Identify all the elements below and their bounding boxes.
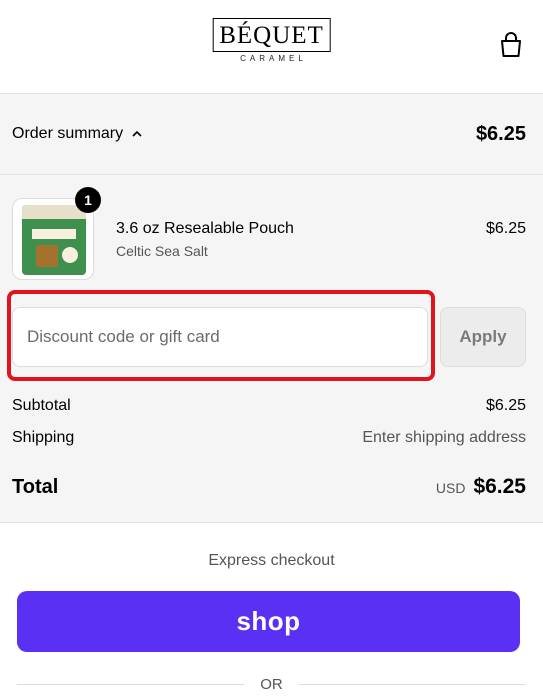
product-image bbox=[22, 205, 86, 275]
chevron-up-icon bbox=[132, 130, 142, 137]
apply-discount-button[interactable]: Apply bbox=[440, 307, 526, 367]
shop-pay-logo: shop bbox=[236, 606, 301, 636]
brand-name: BÉQUET bbox=[212, 18, 331, 52]
shopping-bag-icon[interactable] bbox=[499, 32, 523, 58]
order-summary-total: $6.25 bbox=[475, 122, 526, 145]
express-checkout-label: Express checkout bbox=[208, 552, 335, 569]
product-price: $6.25 bbox=[485, 220, 526, 237]
product-thumbnail: 1 bbox=[12, 187, 101, 280]
currency-code: USD bbox=[435, 480, 466, 496]
or-divider: OR bbox=[17, 676, 526, 693]
product-name: 3.6 oz Resealable Pouch bbox=[116, 220, 294, 237]
quantity-badge: 1 bbox=[75, 187, 101, 213]
divider-line-right bbox=[298, 684, 526, 685]
brand-subtitle: CARAMEL bbox=[240, 54, 307, 63]
line-item: 1 3.6 oz Resealable Pouch Celtic Sea Sal… bbox=[12, 187, 526, 282]
shipping-row: Shipping Enter shipping address bbox=[12, 429, 526, 447]
or-label: OR bbox=[260, 676, 283, 693]
subtotal-label: Subtotal bbox=[12, 397, 71, 414]
product-variant: Celtic Sea Salt bbox=[116, 243, 208, 259]
total-row: Total USD $6.25 bbox=[12, 475, 526, 499]
checkout-header: BÉQUET CARAMEL bbox=[0, 0, 543, 94]
order-summary-toggle[interactable]: Order summary $6.25 bbox=[0, 94, 543, 175]
subtotal-value: $6.25 bbox=[485, 397, 526, 414]
order-summary-label: Order summary bbox=[12, 125, 124, 142]
divider-line-left bbox=[17, 684, 245, 685]
shipping-label: Shipping bbox=[12, 429, 75, 446]
total-label: Total bbox=[12, 476, 59, 498]
brand-logo[interactable]: BÉQUET CARAMEL bbox=[212, 18, 331, 63]
total-value: $6.25 bbox=[473, 475, 526, 498]
discount-code-input[interactable] bbox=[12, 307, 428, 367]
shipping-value: Enter shipping address bbox=[362, 429, 526, 446]
shop-pay-button[interactable]: shop bbox=[17, 591, 520, 652]
subtotal-row: Subtotal $6.25 bbox=[12, 397, 526, 415]
